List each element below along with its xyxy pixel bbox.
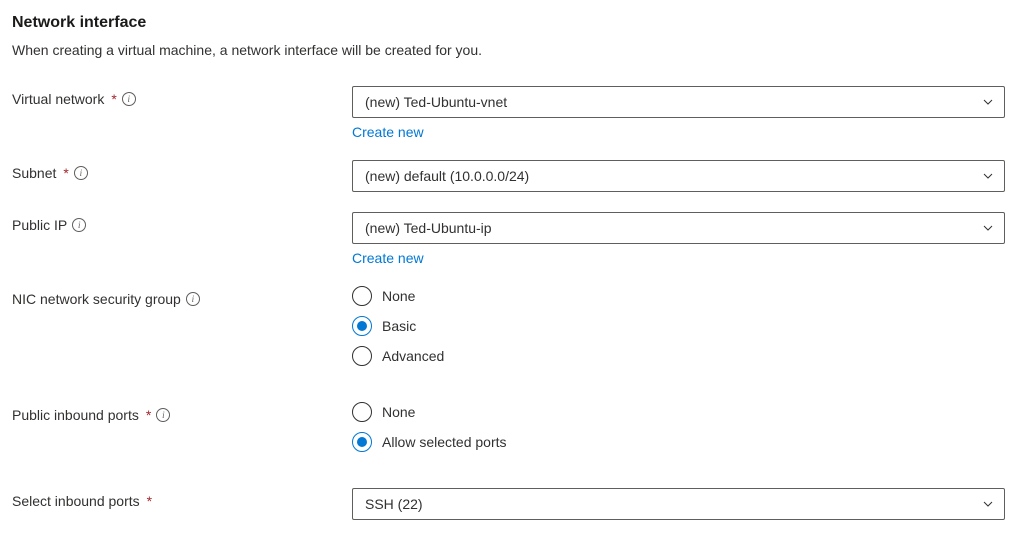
nsg-option-basic[interactable]: Basic: [352, 316, 1005, 336]
nsg-option-basic-label: Basic: [382, 318, 416, 334]
required-asterisk: *: [111, 91, 116, 107]
info-icon[interactable]: i: [74, 166, 88, 180]
required-asterisk: *: [63, 165, 68, 181]
radio-icon: [352, 346, 372, 366]
inbound-ports-radio-group: None Allow selected ports: [352, 402, 1005, 452]
virtual-network-value: (new) Ted-Ubuntu-vnet: [365, 94, 507, 110]
inbound-ports-option-none-label: None: [382, 404, 415, 420]
select-ports-label: Select inbound ports: [12, 493, 140, 509]
subnet-value: (new) default (10.0.0.0/24): [365, 168, 529, 184]
select-ports-dropdown[interactable]: SSH (22): [352, 488, 1005, 520]
public-ip-dropdown[interactable]: (new) Ted-Ubuntu-ip: [352, 212, 1005, 244]
virtual-network-row: Virtual network * i (new) Ted-Ubuntu-vne…: [12, 86, 1005, 140]
info-icon[interactable]: i: [122, 92, 136, 106]
subnet-row: Subnet * i (new) default (10.0.0.0/24): [12, 160, 1005, 192]
section-title: Network interface: [12, 14, 1005, 32]
public-ip-row: Public IP i (new) Ted-Ubuntu-ip Create n…: [12, 212, 1005, 266]
inbound-ports-option-allow-label: Allow selected ports: [382, 434, 507, 450]
radio-icon: [352, 432, 372, 452]
chevron-down-icon: [980, 220, 996, 236]
public-ip-value: (new) Ted-Ubuntu-ip: [365, 220, 492, 236]
inbound-ports-label: Public inbound ports: [12, 407, 139, 423]
info-icon[interactable]: i: [186, 292, 200, 306]
public-ip-label: Public IP: [12, 217, 67, 233]
nsg-radio-group: None Basic Advanced: [352, 286, 1005, 366]
nsg-label: NIC network security group: [12, 291, 181, 307]
nsg-option-advanced-label: Advanced: [382, 348, 444, 364]
inbound-ports-option-none[interactable]: None: [352, 402, 1005, 422]
info-icon[interactable]: i: [72, 218, 86, 232]
radio-icon: [352, 316, 372, 336]
inbound-ports-row: Public inbound ports * i None Allow sele…: [12, 402, 1005, 452]
chevron-down-icon: [980, 496, 996, 512]
chevron-down-icon: [980, 168, 996, 184]
nsg-option-none[interactable]: None: [352, 286, 1005, 306]
radio-icon: [352, 286, 372, 306]
virtual-network-create-new-link[interactable]: Create new: [352, 124, 424, 140]
inbound-ports-option-allow[interactable]: Allow selected ports: [352, 432, 1005, 452]
select-ports-value: SSH (22): [365, 496, 423, 512]
required-asterisk: *: [146, 407, 151, 423]
select-ports-row: Select inbound ports * SSH (22): [12, 488, 1005, 520]
section-description: When creating a virtual machine, a netwo…: [12, 42, 1005, 58]
radio-icon: [352, 402, 372, 422]
nsg-row: NIC network security group i None Basic …: [12, 286, 1005, 366]
chevron-down-icon: [980, 94, 996, 110]
virtual-network-dropdown[interactable]: (new) Ted-Ubuntu-vnet: [352, 86, 1005, 118]
required-asterisk: *: [147, 493, 152, 509]
nsg-option-advanced[interactable]: Advanced: [352, 346, 1005, 366]
info-icon[interactable]: i: [156, 408, 170, 422]
subnet-label: Subnet: [12, 165, 56, 181]
subnet-dropdown[interactable]: (new) default (10.0.0.0/24): [352, 160, 1005, 192]
nsg-option-none-label: None: [382, 288, 415, 304]
virtual-network-label: Virtual network: [12, 91, 104, 107]
public-ip-create-new-link[interactable]: Create new: [352, 250, 424, 266]
